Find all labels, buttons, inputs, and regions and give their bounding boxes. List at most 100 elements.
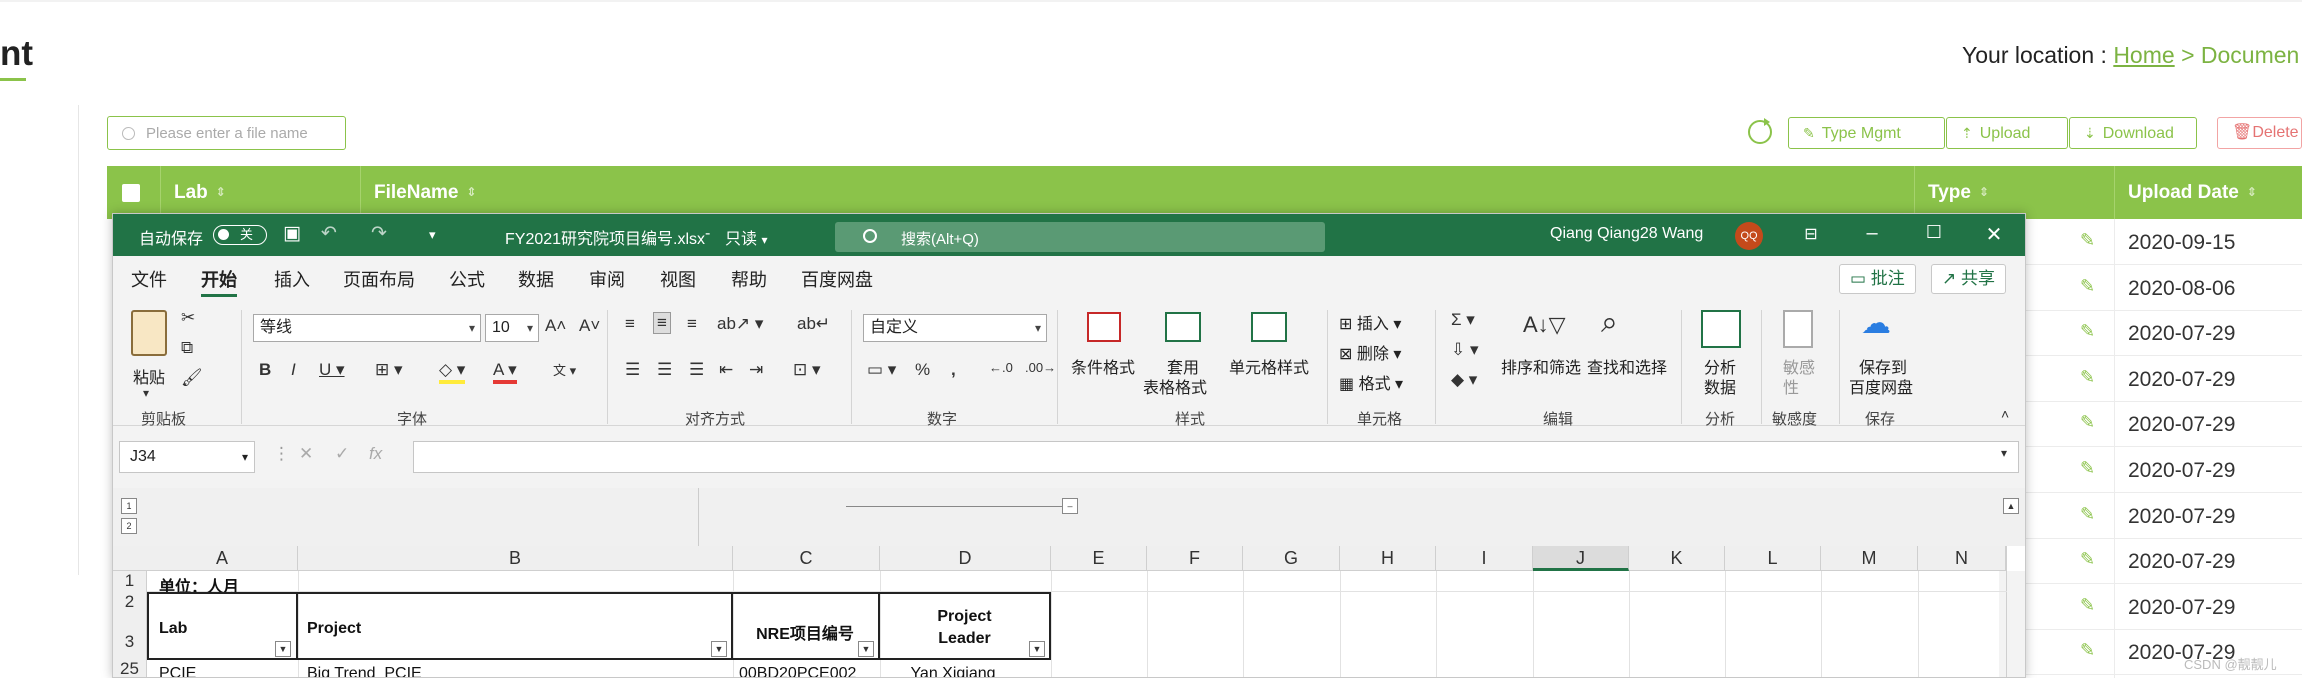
conditional-format-icon[interactable]: [1087, 312, 1121, 342]
cell-a25[interactable]: PCIE: [159, 665, 196, 677]
percent-icon[interactable]: %: [915, 360, 930, 380]
merge-center-icon[interactable]: ⊡ ▾: [793, 360, 821, 380]
underline-icon[interactable]: U ▾: [319, 360, 345, 380]
cell-project-header[interactable]: [296, 592, 733, 660]
cell-b25[interactable]: Big Trend_PCIE: [307, 665, 422, 677]
column-header-a[interactable]: A: [147, 546, 298, 571]
save-baidu-label-2[interactable]: 百度网盘: [1849, 374, 1913, 398]
fill-icon[interactable]: ⇩ ▾: [1451, 340, 1479, 360]
fill-color-icon[interactable]: ◇ ▾: [439, 360, 466, 384]
paste-label[interactable]: 粘贴: [133, 364, 165, 388]
tab-formulas[interactable]: 公式: [449, 266, 485, 292]
conditional-format-label[interactable]: 条件格式: [1071, 354, 1135, 378]
edit-icon[interactable]: ✎: [2080, 504, 2095, 525]
filter-dropdown-icon[interactable]: ▼: [858, 641, 874, 657]
insert-cells-button[interactable]: ⊞ 插入 ▾: [1339, 310, 1401, 334]
sort-icon[interactable]: ⇕: [216, 166, 226, 219]
type-mgmt-button[interactable]: ✎ Type Mgmt: [1788, 117, 1945, 149]
cancel-icon[interactable]: ✕: [299, 444, 313, 464]
outline-level-1[interactable]: 1: [121, 498, 137, 514]
scroll-up-icon[interactable]: ▲: [2003, 498, 2019, 514]
insert-function-icon[interactable]: fx: [369, 444, 382, 464]
expand-formula-icon[interactable]: ▾: [2001, 446, 2007, 460]
column-header-f[interactable]: F: [1147, 546, 1243, 571]
orientation-icon[interactable]: ab↗ ▾: [717, 314, 763, 334]
delete-cells-button[interactable]: ⊠ 删除 ▾: [1339, 340, 1401, 364]
tab-insert[interactable]: 插入: [274, 266, 310, 292]
formula-input[interactable]: [413, 441, 2019, 473]
number-format-select[interactable]: 自定义: [863, 314, 1047, 342]
autosum-icon[interactable]: Σ ▾: [1451, 310, 1475, 330]
baidu-cloud-icon[interactable]: ☁: [1861, 306, 1891, 341]
select-all-checkbox[interactable]: [122, 184, 140, 202]
sort-icon[interactable]: ⇕: [466, 166, 476, 219]
font-color-icon[interactable]: A ▾: [493, 360, 517, 384]
phonetic-icon[interactable]: 文 ▾: [553, 360, 576, 379]
tab-baidu-netdisk[interactable]: 百度网盘: [801, 266, 873, 292]
column-header-l[interactable]: L: [1725, 546, 1821, 571]
cell-c25[interactable]: 00BD20PCE002: [739, 665, 856, 677]
confirm-icon[interactable]: ✓: [335, 444, 349, 464]
undo-icon[interactable]: ↶: [321, 222, 337, 245]
decrease-decimal-icon[interactable]: .00→: [1025, 360, 1056, 375]
cut-icon[interactable]: ✂: [181, 308, 195, 328]
tab-data[interactable]: 数据: [518, 266, 554, 292]
sort-filter-icon[interactable]: A↓▽: [1523, 312, 1566, 338]
edit-icon[interactable]: ✎: [2080, 640, 2095, 661]
paste-chevron-icon[interactable]: ▾: [143, 386, 149, 400]
header-type[interactable]: Type ⇕: [1928, 166, 1989, 219]
edit-icon[interactable]: ✎: [2080, 321, 2095, 342]
sensitivity-label-2[interactable]: 性: [1783, 374, 1799, 398]
align-left-icon[interactable]: ☰: [625, 360, 640, 380]
sort-icon[interactable]: ⇕: [1979, 166, 1989, 219]
table-format-icon[interactable]: [1165, 312, 1201, 342]
align-right-icon[interactable]: ☰: [689, 360, 704, 380]
save-icon[interactable]: ▣: [283, 222, 301, 245]
row-header-2[interactable]: 2: [113, 591, 147, 612]
name-box[interactable]: J34 ▾: [119, 441, 255, 473]
font-size-select[interactable]: 10: [485, 314, 539, 342]
comments-button[interactable]: ▭ 批注: [1839, 264, 1916, 294]
analyze-label-2[interactable]: 数据: [1704, 374, 1736, 398]
edit-icon[interactable]: ✎: [2080, 458, 2095, 479]
copy-icon[interactable]: ⧉: [181, 338, 193, 358]
cell-style-icon[interactable]: [1251, 312, 1287, 342]
share-button[interactable]: ↗ 共享: [1931, 264, 2006, 294]
format-painter-icon[interactable]: 🖌: [181, 368, 203, 388]
borders-icon[interactable]: ⊞ ▾: [375, 360, 403, 380]
close-icon[interactable]: ✕: [1979, 222, 2009, 247]
autosave-toggle[interactable]: 关: [213, 225, 267, 245]
tab-home[interactable]: 开始: [201, 266, 237, 292]
sort-icon[interactable]: ⇕: [2247, 166, 2257, 219]
sort-filter-label[interactable]: 排序和筛选: [1501, 354, 1581, 378]
avatar[interactable]: QQ: [1735, 222, 1763, 250]
outline-level-2[interactable]: 2: [121, 518, 137, 534]
column-header-i[interactable]: I: [1436, 546, 1533, 571]
column-header-e[interactable]: E: [1051, 546, 1147, 571]
tab-review[interactable]: 审阅: [589, 266, 625, 292]
select-all-corner[interactable]: [113, 546, 147, 571]
row-header-3[interactable]: 3: [113, 612, 147, 659]
accounting-format-icon[interactable]: ▭ ▾: [867, 360, 896, 380]
file-search-input[interactable]: Please enter a file name: [107, 116, 346, 150]
align-center-icon[interactable]: ☰: [657, 360, 672, 380]
filter-dropdown-icon[interactable]: ▼: [1029, 641, 1045, 657]
tab-view[interactable]: 视图: [660, 266, 696, 292]
breadcrumb-home-link[interactable]: Home: [2113, 42, 2174, 68]
wrap-text-icon[interactable]: ab↵: [797, 314, 830, 334]
maximize-icon[interactable]: ☐: [1919, 222, 1949, 243]
edit-icon[interactable]: ✎: [2080, 367, 2095, 388]
header-filename[interactable]: FileName ⇕: [374, 166, 477, 219]
increase-font-icon[interactable]: A˄: [545, 316, 566, 336]
column-header-k[interactable]: K: [1629, 546, 1725, 571]
refresh-icon[interactable]: [1748, 118, 1772, 144]
edit-icon[interactable]: ✎: [2080, 412, 2095, 433]
paste-icon[interactable]: [131, 310, 167, 356]
ribbon-display-icon[interactable]: ⊟: [1796, 224, 1826, 244]
column-header-g[interactable]: G: [1243, 546, 1340, 571]
filter-dropdown-icon[interactable]: ▼: [275, 641, 291, 657]
tab-page-layout[interactable]: 页面布局: [343, 266, 415, 292]
header-upload-date[interactable]: Upload Date ⇕: [2128, 166, 2257, 219]
more-icon[interactable]: ⋮: [273, 444, 290, 464]
decrease-font-icon[interactable]: A˅: [579, 316, 600, 336]
